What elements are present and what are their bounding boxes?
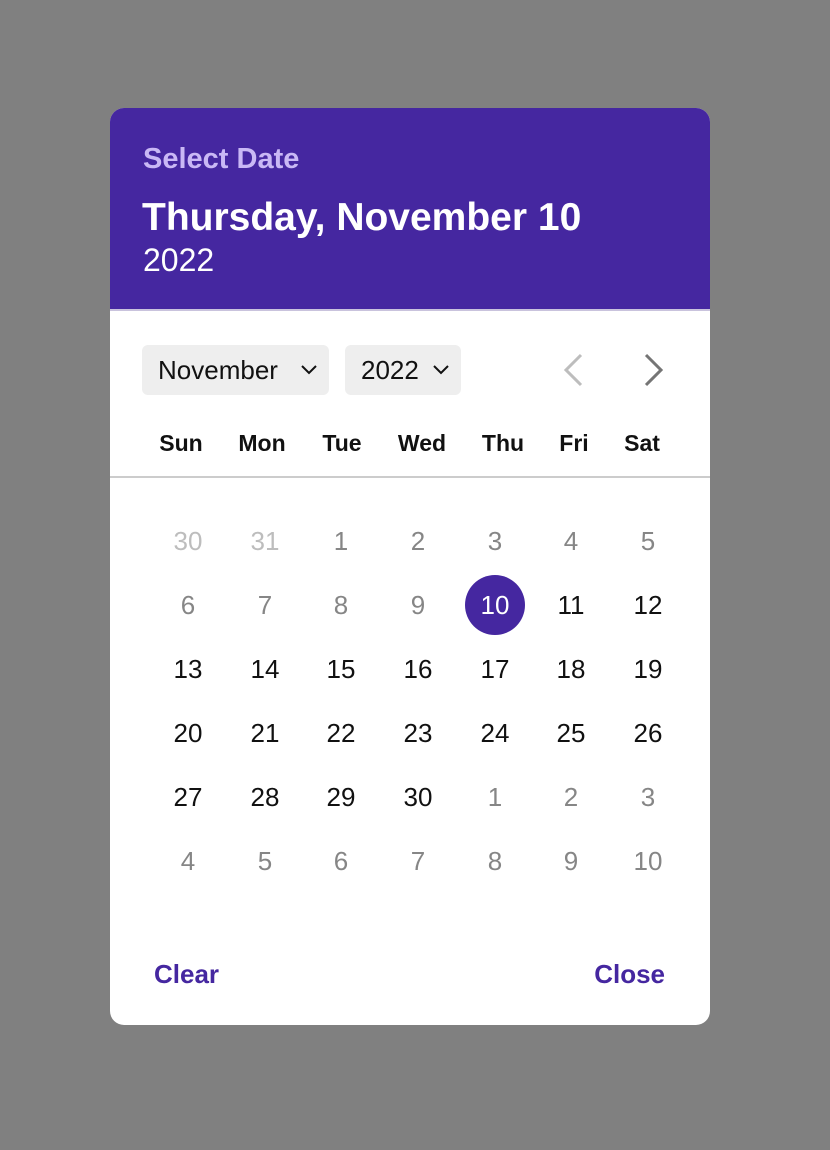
day-cell[interactable]: 12 [618, 575, 678, 635]
weekday-thu: Thu [481, 430, 525, 456]
clear-button[interactable]: Clear [154, 959, 219, 990]
day-cell[interactable]: 8 [465, 831, 525, 891]
month-select-value: November [158, 355, 278, 385]
day-cell[interactable]: 25 [541, 703, 601, 763]
weekday-fri: Fri [559, 430, 589, 456]
day-cell[interactable]: 6 [311, 831, 371, 891]
weekday-wed: Wed [397, 430, 447, 456]
weekday-sat: Sat [624, 430, 660, 456]
day-cell[interactable]: 7 [235, 575, 295, 635]
day-cell[interactable]: 1 [465, 767, 525, 827]
year-select[interactable]: 2022 [345, 345, 461, 395]
day-cell[interactable]: 7 [388, 831, 448, 891]
divider [110, 476, 710, 478]
day-cell[interactable]: 19 [618, 639, 678, 699]
weekday-tue: Tue [322, 430, 362, 456]
day-cell[interactable]: 23 [388, 703, 448, 763]
day-cell[interactable]: 4 [541, 511, 601, 571]
day-cell[interactable]: 3 [618, 767, 678, 827]
weekday-sun: Sun [159, 430, 203, 456]
chevron-left-icon [563, 353, 583, 387]
header-label: Select Date [143, 143, 300, 175]
day-cell[interactable]: 8 [311, 575, 371, 635]
chevron-down-icon [433, 365, 449, 375]
chevron-down-icon [301, 365, 317, 375]
day-cell[interactable]: 30 [388, 767, 448, 827]
day-cell[interactable]: 20 [158, 703, 218, 763]
day-cell[interactable]: 27 [158, 767, 218, 827]
day-cell[interactable]: 21 [235, 703, 295, 763]
day-cell[interactable]: 31 [235, 511, 295, 571]
day-cell[interactable]: 13 [158, 639, 218, 699]
day-cell[interactable]: 11 [541, 575, 601, 635]
day-cell[interactable]: 15 [311, 639, 371, 699]
next-month-button[interactable] [634, 348, 674, 392]
day-cell[interactable]: 2 [541, 767, 601, 827]
year-select-value: 2022 [361, 355, 419, 385]
weekday-mon: Mon [238, 430, 286, 456]
day-cell[interactable]: 29 [311, 767, 371, 827]
day-cell[interactable]: 24 [465, 703, 525, 763]
day-cell[interactable]: 26 [618, 703, 678, 763]
chevron-right-icon [644, 353, 664, 387]
day-cell[interactable]: 6 [158, 575, 218, 635]
day-cell[interactable]: 9 [388, 575, 448, 635]
previous-month-button[interactable] [553, 348, 593, 392]
day-cell[interactable]: 2 [388, 511, 448, 571]
day-cell[interactable]: 4 [158, 831, 218, 891]
day-cell[interactable]: 22 [311, 703, 371, 763]
selected-date-title: Thursday, November 10 [142, 196, 582, 239]
day-cell[interactable]: 5 [618, 511, 678, 571]
day-cell[interactable]: 16 [388, 639, 448, 699]
day-cell[interactable]: 14 [235, 639, 295, 699]
day-cell[interactable]: 30 [158, 511, 218, 571]
day-cell[interactable]: 1 [311, 511, 371, 571]
day-cell[interactable]: 5 [235, 831, 295, 891]
day-cell[interactable]: 9 [541, 831, 601, 891]
selected-year: 2022 [143, 242, 215, 278]
day-cell[interactable]: 18 [541, 639, 601, 699]
month-select[interactable]: November [142, 345, 329, 395]
close-button[interactable]: Close [594, 959, 665, 990]
dialog-header: Select Date Thursday, November 10 2022 [110, 108, 710, 311]
day-cell-selected[interactable]: 10 [465, 575, 525, 635]
day-cell[interactable]: 10 [618, 831, 678, 891]
date-picker-dialog: Select Date Thursday, November 10 2022 N… [110, 108, 710, 1025]
day-cell[interactable]: 28 [235, 767, 295, 827]
day-cell[interactable]: 3 [465, 511, 525, 571]
day-cell[interactable]: 17 [465, 639, 525, 699]
